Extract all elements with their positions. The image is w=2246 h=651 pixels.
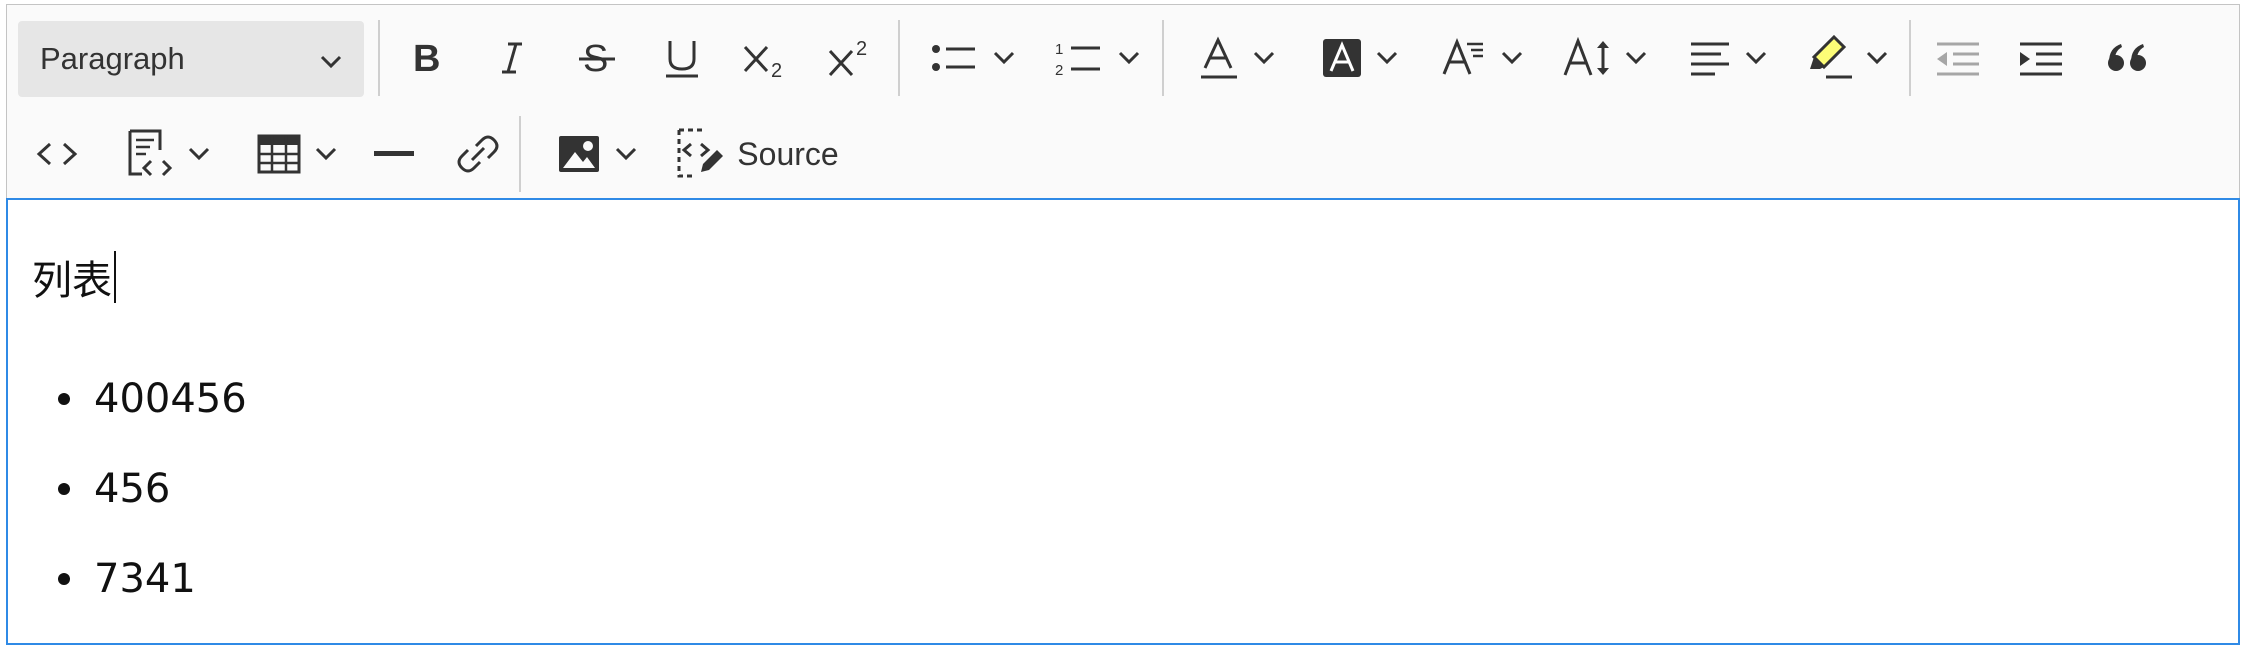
font-color-button[interactable] <box>1182 11 1292 105</box>
horizontal-line-icon <box>374 151 414 156</box>
editor-toolbar: Paragraph B S 2 2 1 2 Source <box>6 4 2240 199</box>
chevron-down-icon <box>1745 51 1767 65</box>
superscript-button[interactable]: 2 <box>820 11 882 105</box>
svg-text:2: 2 <box>856 38 867 60</box>
font-family-button[interactable] <box>1427 11 1537 105</box>
list-item: 456 <box>58 466 170 512</box>
highlight-button[interactable] <box>1792 11 1902 105</box>
bulleted-list-button[interactable] <box>917 11 1027 105</box>
list-item-text: 7341 <box>94 556 196 602</box>
strikethrough-button[interactable]: S <box>567 11 627 105</box>
rich-text-editor: Paragraph B S 2 2 1 2 Source 列表 400456 4… <box>6 4 2240 645</box>
toolbar-separator <box>1162 20 1164 96</box>
svg-text:2: 2 <box>1055 62 1063 79</box>
link-icon <box>457 135 499 173</box>
chevron-down-icon <box>188 147 210 161</box>
indent-button[interactable] <box>2010 11 2072 105</box>
source-button-label: Source <box>737 135 839 172</box>
toolbar-separator <box>378 20 380 96</box>
heading-dropdown-value: Paragraph <box>40 41 185 76</box>
numbered-list-button[interactable]: 12 <box>1042 11 1152 105</box>
strikethrough-icon: S <box>579 38 615 78</box>
chevron-down-icon <box>993 51 1015 65</box>
insert-code-block-button[interactable] <box>112 107 222 201</box>
content-paragraph-text: 列表 <box>32 258 112 304</box>
code-block-icon <box>128 129 173 177</box>
toolbar-separator <box>898 20 900 96</box>
italic-button[interactable] <box>482 11 542 105</box>
table-icon <box>257 134 301 174</box>
outdent-icon <box>1937 42 1979 76</box>
bold-button[interactable]: B <box>397 11 457 105</box>
chevron-down-icon <box>315 147 337 161</box>
svg-text:1: 1 <box>1055 41 1063 58</box>
bullet-icon <box>58 483 70 495</box>
font-background-color-icon <box>1323 39 1361 77</box>
font-size-icon <box>1563 37 1609 76</box>
numbered-list-icon: 12 <box>1055 41 1100 79</box>
block-quote-button[interactable] <box>2097 11 2159 105</box>
list-item-text: 456 <box>94 466 171 512</box>
superscript-icon: 2 <box>828 38 867 77</box>
source-edit-icon <box>677 128 724 178</box>
list-item-text: 400456 <box>94 376 247 422</box>
image-icon <box>559 136 599 172</box>
underline-icon <box>666 41 698 78</box>
font-family-icon <box>1442 38 1483 75</box>
subscript-icon: 2 <box>743 45 782 79</box>
insert-table-button[interactable] <box>242 107 352 201</box>
chevron-down-icon <box>1118 51 1140 65</box>
horizontal-line-button[interactable] <box>363 107 425 201</box>
chevron-down-icon <box>1625 51 1647 65</box>
svg-text:2: 2 <box>771 60 782 79</box>
content-paragraph: 列表 <box>32 248 116 306</box>
list-item: 7341 <box>58 556 196 602</box>
list-item: 400456 <box>58 376 247 422</box>
quote-icon <box>2108 44 2146 71</box>
code-icon <box>36 142 78 166</box>
bullet-icon <box>58 573 70 585</box>
font-color-icon <box>1201 36 1237 79</box>
font-size-button[interactable] <box>1550 11 1660 105</box>
chevron-down-icon <box>1376 51 1398 65</box>
subscript-button[interactable]: 2 <box>735 11 797 105</box>
font-background-color-button[interactable] <box>1305 11 1415 105</box>
indent-icon <box>2020 42 2062 76</box>
outdent-button[interactable] <box>1927 11 1989 105</box>
editor-content[interactable]: 列表 400456 456 7341 <box>6 198 2240 645</box>
toolbar-separator <box>519 116 521 192</box>
insert-image-button[interactable] <box>542 107 652 201</box>
chevron-down-icon <box>615 147 637 161</box>
alignment-button[interactable] <box>1673 11 1783 105</box>
italic-icon <box>502 42 522 74</box>
highlighter-icon <box>1810 35 1852 79</box>
toolbar-separator <box>1909 20 1911 96</box>
source-button[interactable]: Source <box>672 107 842 201</box>
bulleted-list-icon <box>932 45 975 71</box>
bullet-icon <box>58 393 70 405</box>
link-button[interactable] <box>447 107 509 201</box>
toolbar-row-2: Source <box>7 107 2239 201</box>
underline-button[interactable] <box>652 11 712 105</box>
chevron-down-icon <box>1866 51 1888 65</box>
heading-dropdown[interactable]: Paragraph <box>18 21 364 97</box>
align-left-icon <box>1691 42 1729 76</box>
code-button[interactable] <box>27 107 87 201</box>
chevron-down-icon <box>320 41 342 77</box>
bold-icon: B <box>413 38 440 78</box>
svg-text:B: B <box>413 38 440 78</box>
text-caret <box>114 251 116 303</box>
chevron-down-icon <box>1501 51 1523 65</box>
chevron-down-icon <box>1253 51 1275 65</box>
toolbar-row-1: Paragraph B S 2 2 1 2 <box>7 11 2239 105</box>
